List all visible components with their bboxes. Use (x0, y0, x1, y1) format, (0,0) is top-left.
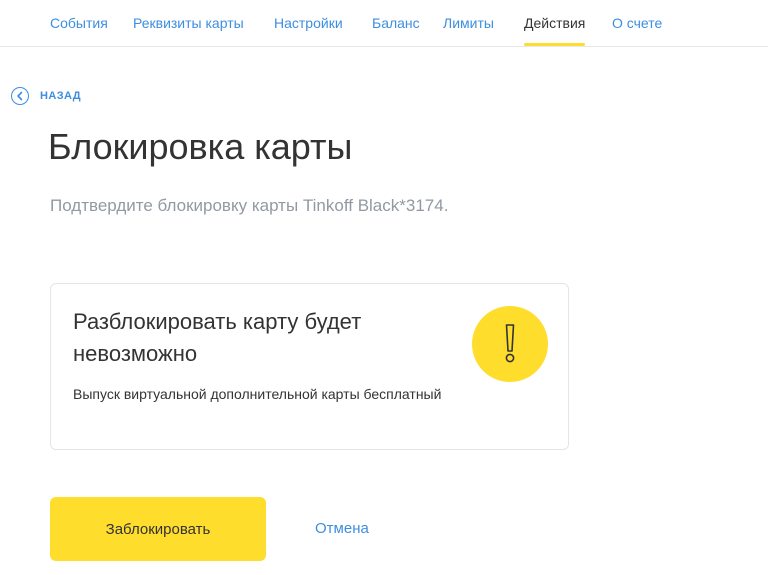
tab-label: О счете (612, 15, 663, 31)
tab-settings[interactable]: Настройки (274, 15, 343, 32)
tab-card-details[interactable]: Реквизиты карты (133, 15, 244, 32)
back-link[interactable]: НАЗАД (11, 85, 81, 107)
warning-text: Выпуск виртуальной дополнительной карты … (73, 386, 442, 402)
tab-label: Настройки (274, 15, 343, 31)
exclamation-icon (472, 306, 548, 382)
warning-heading: Разблокировать карту будет невозможно (73, 309, 362, 366)
back-link-label: НАЗАД (40, 90, 81, 102)
cancel-link[interactable]: Отмена (315, 520, 369, 538)
tab-limits[interactable]: Лимиты (443, 15, 494, 32)
card-tabs: События Реквизиты карты Настройки Баланс… (0, 0, 768, 47)
tab-label: События (50, 15, 108, 31)
tab-about-account[interactable]: О счете (612, 15, 662, 32)
page-title: Блокировка карты (48, 126, 353, 167)
tab-actions[interactable]: Действия (524, 15, 586, 46)
block-card-button[interactable]: Заблокировать (50, 497, 266, 561)
chevron-left-icon (11, 87, 29, 105)
page-subtitle: Подтвердите блокировку карты Tinkoff Bla… (50, 196, 449, 215)
tab-label: Реквизиты карты (133, 15, 244, 31)
tab-events[interactable]: События (50, 15, 108, 32)
tab-label: Баланс (372, 15, 420, 31)
active-tab-underline (524, 43, 586, 46)
tab-balance[interactable]: Баланс (372, 15, 420, 32)
tab-label: Лимиты (443, 15, 494, 31)
warning-card: Разблокировать карту будет невозможно Вы… (50, 283, 569, 450)
tab-label: Действия (524, 15, 586, 31)
